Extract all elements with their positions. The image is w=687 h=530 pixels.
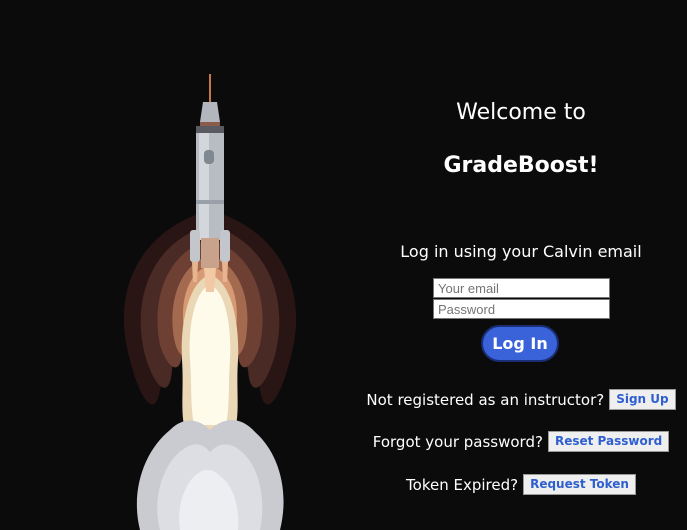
email-field[interactable] <box>433 278 610 298</box>
log-in-button[interactable]: Log In <box>481 325 559 362</box>
welcome-heading: Welcome to <box>456 100 586 125</box>
forgot-password-row: Forgot your password? Reset Password <box>355 431 687 452</box>
reset-password-button[interactable]: Reset Password <box>547 431 670 452</box>
token-expired-prompt: Token Expired? <box>406 475 519 494</box>
login-instructions: Log in using your Calvin email <box>400 242 642 261</box>
password-field[interactable] <box>433 299 610 319</box>
forgot-password-prompt: Forgot your password? <box>372 432 543 451</box>
rocket-launch-illustration <box>123 74 297 530</box>
login-panel: Welcome to GradeBoost! Log in using your… <box>355 0 687 530</box>
sign-up-button[interactable]: Sign Up <box>609 389 676 410</box>
register-prompt: Not registered as an instructor? <box>366 390 605 409</box>
register-row: Not registered as an instructor? Sign Up <box>355 389 687 410</box>
token-expired-row: Token Expired? Request Token <box>355 474 687 495</box>
request-token-button[interactable]: Request Token <box>523 474 636 495</box>
app-title: GradeBoost! <box>443 153 599 178</box>
